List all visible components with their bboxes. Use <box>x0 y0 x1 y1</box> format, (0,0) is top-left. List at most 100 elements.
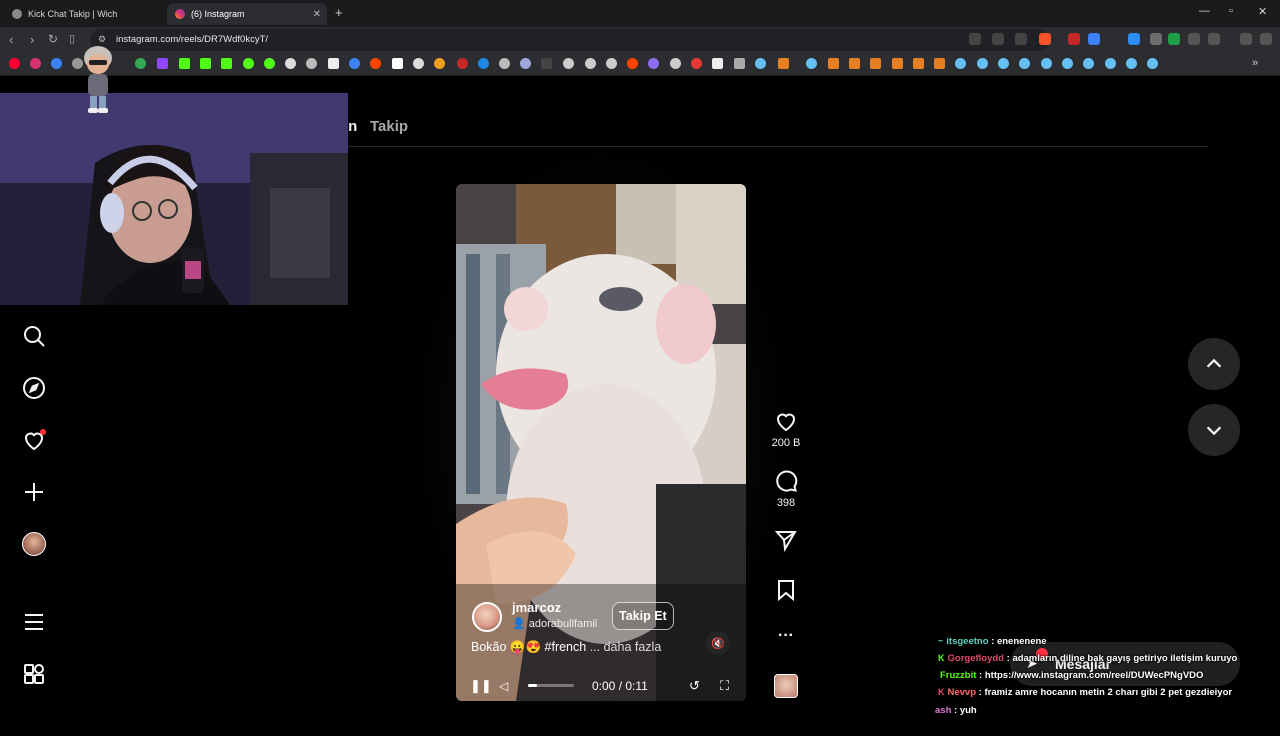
next-reel-button[interactable] <box>1188 404 1240 456</box>
bookmark-icon[interactable] <box>606 58 617 69</box>
steam-icon[interactable] <box>1062 58 1073 69</box>
browser-tab-kick-chat[interactable]: Kick Chat Takip | Wich <box>4 3 164 25</box>
reddit-icon[interactable] <box>627 58 638 69</box>
bookmark-icon[interactable] <box>849 58 860 69</box>
steam-icon[interactable] <box>998 58 1009 69</box>
create-plus-icon[interactable] <box>22 480 46 504</box>
notifications-heart-icon[interactable] <box>22 428 46 452</box>
like-action[interactable]: 200 B <box>766 409 806 449</box>
steam-icon[interactable] <box>955 58 966 69</box>
bookmark-icon[interactable] <box>712 58 723 69</box>
cast-icon[interactable] <box>992 33 1004 45</box>
profile-avatar[interactable] <box>22 532 46 556</box>
steam-icon[interactable] <box>755 58 766 69</box>
fullscreen-icon[interactable]: ⛶ <box>720 678 729 694</box>
extension-icon[interactable] <box>1068 33 1080 45</box>
bookmark-icon[interactable] <box>306 58 317 69</box>
twitch-icon[interactable] <box>157 58 168 69</box>
collaborator-label[interactable]: 👤 adorabullfamil <box>512 617 597 630</box>
share-icon[interactable] <box>1015 33 1027 45</box>
mute-icon[interactable]: 🔇 <box>706 631 730 655</box>
back-button[interactable]: ‹ <box>9 32 13 47</box>
youtube-icon[interactable] <box>9 58 20 69</box>
kick-icon[interactable] <box>200 58 211 69</box>
extension-icon[interactable] <box>1088 33 1100 45</box>
apps-grid-icon[interactable] <box>22 662 46 686</box>
share-action[interactable] <box>766 528 806 552</box>
author-username[interactable]: jmarcoz <box>512 600 561 615</box>
reel-video[interactable]: jmarcoz 👤 adorabullfamil Takip Et Bokão … <box>456 184 746 701</box>
bookmark-icon[interactable] <box>913 58 924 69</box>
bookmark-icon[interactable] <box>264 58 275 69</box>
caption-more-link[interactable]: ... daha fazla <box>590 640 662 654</box>
audio-thumbnail[interactable] <box>774 674 798 698</box>
extensions-puzzle-icon[interactable] <box>1188 33 1200 45</box>
kick-icon[interactable] <box>221 58 232 69</box>
bookmark-icon[interactable] <box>563 58 574 69</box>
pause-icon[interactable]: ❚❚ <box>470 678 492 694</box>
kick-icon[interactable] <box>179 58 190 69</box>
bookmark-icon[interactable] <box>349 58 360 69</box>
bookmark-icon[interactable] <box>648 58 659 69</box>
bookmark-icon[interactable] <box>392 58 403 69</box>
menu-icon[interactable] <box>1260 33 1272 45</box>
comment-action[interactable]: 398 <box>766 469 806 509</box>
bookmark-icon[interactable] <box>934 58 945 69</box>
bookmark-page-icon[interactable]: ▯ <box>69 32 75 45</box>
extension-icon[interactable] <box>1128 33 1140 45</box>
replay-icon[interactable]: ↺ <box>689 678 700 694</box>
explore-icon[interactable] <box>22 376 46 400</box>
brave-shield-icon[interactable] <box>1039 33 1051 45</box>
close-window-button[interactable]: ✕ <box>1258 5 1267 18</box>
bookmark-icon[interactable] <box>51 58 62 69</box>
media-icon[interactable] <box>1240 33 1252 45</box>
instagram-icon[interactable] <box>30 58 41 69</box>
bookmark-icon[interactable] <box>670 58 681 69</box>
bookmark-icon[interactable] <box>434 58 445 69</box>
anchor-icon[interactable] <box>285 58 296 69</box>
more-options-icon[interactable]: ··· <box>766 627 806 645</box>
address-bar[interactable]: ⚙ instagram.com/reels/DR7Wdf0kcyT/ <box>90 29 1050 51</box>
close-tab-icon[interactable]: ✕ <box>313 9 321 20</box>
x-icon[interactable] <box>328 58 339 69</box>
bookmark-icon[interactable] <box>243 58 254 69</box>
more-menu-icon[interactable] <box>22 610 46 634</box>
bookmark-icon[interactable] <box>478 58 489 69</box>
browser-tab-instagram[interactable]: (6) Instagram ✕ <box>167 3 327 25</box>
drive-icon[interactable] <box>135 58 146 69</box>
reddit-icon[interactable] <box>370 58 381 69</box>
steam-icon[interactable] <box>1105 58 1116 69</box>
bookmark-icon[interactable] <box>778 58 789 69</box>
steam-icon[interactable] <box>1147 58 1158 69</box>
forward-button[interactable]: › <box>30 32 34 47</box>
bookmark-icon[interactable] <box>774 578 798 602</box>
new-tab-button[interactable]: + <box>335 5 343 20</box>
send-icon[interactable] <box>774 528 798 552</box>
steam-icon[interactable] <box>1126 58 1137 69</box>
bookmark-icon[interactable] <box>520 58 531 69</box>
bookmark-icon[interactable] <box>413 58 424 69</box>
folder-icon[interactable] <box>734 58 745 69</box>
more-bookmarks-button[interactable]: » <box>1252 57 1258 69</box>
steam-icon[interactable] <box>1041 58 1052 69</box>
bookmark-icon[interactable] <box>892 58 903 69</box>
bookmark-icon[interactable] <box>691 58 702 69</box>
bookmark-icon[interactable] <box>828 58 839 69</box>
volume-icon[interactable]: ◁ <box>499 679 508 693</box>
bookmark-icon[interactable] <box>457 58 468 69</box>
heart-icon[interactable] <box>774 409 798 433</box>
reel-author[interactable]: jmarcoz 👤 adorabullfamil <box>472 600 597 632</box>
extension-icon[interactable] <box>1150 33 1162 45</box>
sidebar-icon[interactable] <box>1208 33 1220 45</box>
previous-reel-button[interactable] <box>1188 338 1240 390</box>
extension-icon[interactable] <box>1168 33 1180 45</box>
steam-icon[interactable] <box>806 58 817 69</box>
progress-bar[interactable] <box>528 684 574 687</box>
bookmark-icon[interactable] <box>585 58 596 69</box>
steam-icon[interactable] <box>1019 58 1030 69</box>
minimize-button[interactable]: — <box>1199 5 1210 17</box>
steam-icon[interactable] <box>1083 58 1094 69</box>
bookmark-icon[interactable] <box>541 58 552 69</box>
restore-button[interactable]: ▫ <box>1229 5 1233 17</box>
author-avatar[interactable] <box>472 602 502 632</box>
